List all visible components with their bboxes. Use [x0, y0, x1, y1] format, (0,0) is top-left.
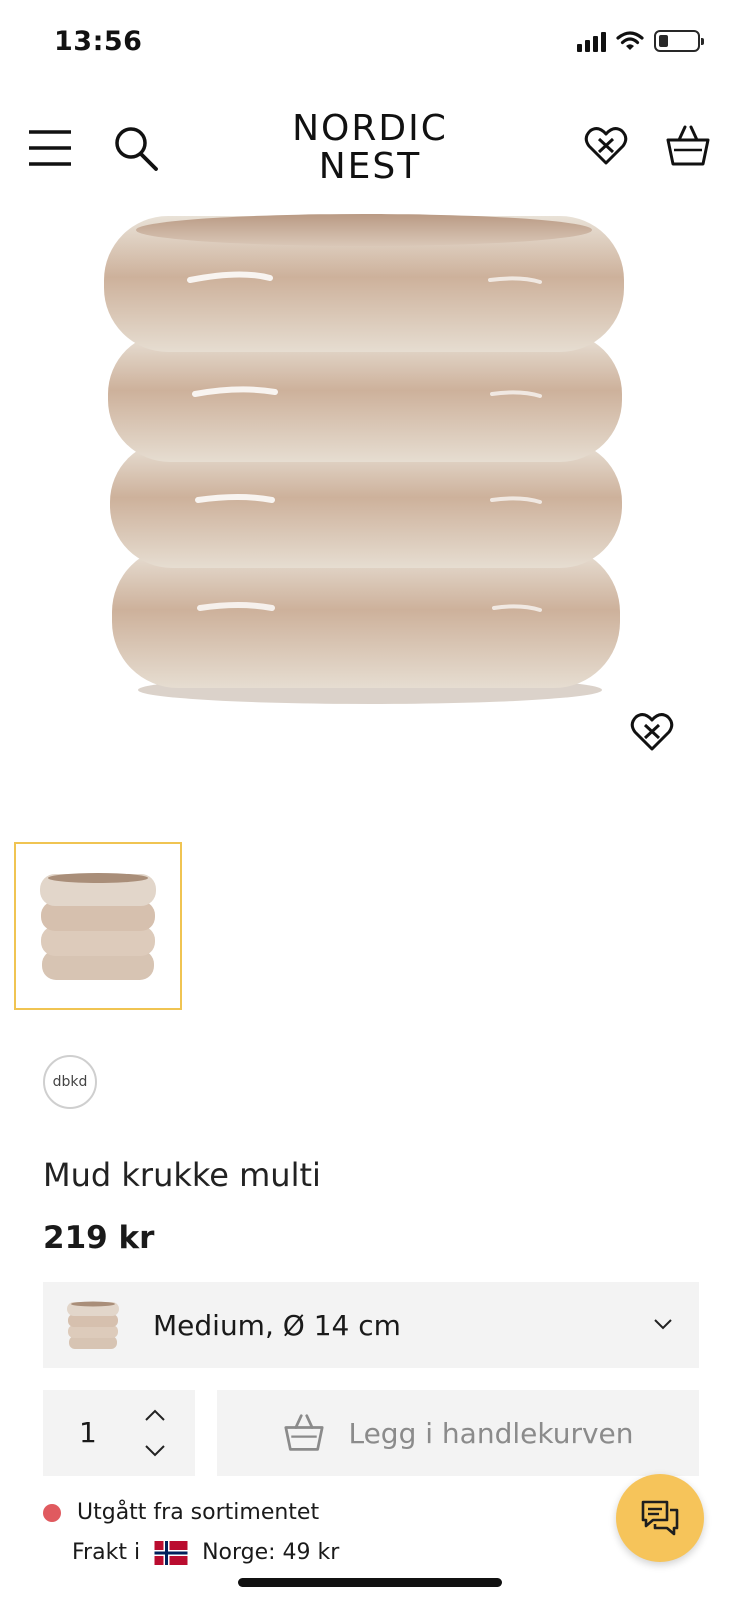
variant-pot-image	[67, 1301, 119, 1349]
thumbnail-pot-image	[40, 873, 156, 980]
shopping-basket-icon	[284, 1414, 325, 1451]
shipping-country-price: Norge: 49 kr	[202, 1540, 340, 1565]
logo-line-1: NORDIC	[292, 108, 448, 149]
add-to-cart-label: Legg i handlekurven	[348, 1416, 634, 1450]
product-title: Mud krukke multi	[43, 1156, 321, 1194]
stock-status-dot	[43, 1503, 61, 1522]
battery-level	[659, 35, 668, 47]
wishlist-button[interactable]	[580, 118, 632, 174]
battery-icon	[654, 30, 704, 52]
chevron-up-icon	[145, 1409, 165, 1421]
shipping-prefix: Frakt i	[72, 1540, 141, 1565]
wishlist-heart-icon	[630, 713, 674, 751]
quantity-stepper[interactable]: 1	[43, 1390, 195, 1476]
brand-logo[interactable]: dbkd	[43, 1055, 97, 1109]
stock-status: Utgått fra sortimentet	[43, 1500, 319, 1525]
shipping-info: Frakt i Norge: 49 kr	[72, 1540, 339, 1565]
variant-select[interactable]: Medium, Ø 14 cm	[43, 1282, 699, 1368]
chevron-down-icon	[145, 1445, 165, 1457]
product-price: 219 kr	[43, 1220, 155, 1256]
product-thumbnail[interactable]	[14, 842, 182, 1010]
nordic-nest-logo[interactable]: NORDIC NEST	[270, 110, 470, 186]
quantity-increase-button[interactable]	[135, 1398, 175, 1432]
signal-icon	[577, 30, 606, 52]
quantity-decrease-button[interactable]	[135, 1434, 175, 1468]
search-icon	[115, 127, 158, 171]
chat-icon	[641, 1500, 679, 1536]
status-icons	[577, 30, 704, 52]
cart-button[interactable]	[662, 118, 714, 174]
product-image-pot	[104, 214, 624, 704]
site-header: NORDIC NEST	[0, 100, 740, 200]
quantity-value[interactable]: 1	[79, 1416, 97, 1449]
shopping-basket-icon	[666, 125, 710, 166]
menu-button[interactable]	[24, 122, 76, 174]
wifi-icon	[616, 31, 644, 50]
norway-flag-icon	[154, 1540, 188, 1565]
image-wishlist-button[interactable]	[622, 708, 682, 756]
status-time: 13:56	[54, 26, 143, 57]
search-button[interactable]	[108, 120, 164, 176]
product-image[interactable]	[100, 208, 640, 708]
variant-selected-label: Medium, Ø 14 cm	[153, 1308, 401, 1342]
hamburger-menu-icon	[29, 130, 71, 166]
stock-status-text: Utgått fra sortimentet	[77, 1500, 320, 1525]
chevron-down-icon	[654, 1319, 672, 1330]
status-bar: 13:56	[0, 0, 740, 88]
variant-thumbnail	[65, 1297, 121, 1353]
home-indicator	[238, 1578, 502, 1587]
add-to-cart-button[interactable]: Legg i handlekurven	[217, 1390, 699, 1476]
wishlist-heart-icon	[584, 127, 628, 165]
chat-button[interactable]	[616, 1474, 704, 1562]
logo-line-2: NEST	[318, 146, 422, 187]
